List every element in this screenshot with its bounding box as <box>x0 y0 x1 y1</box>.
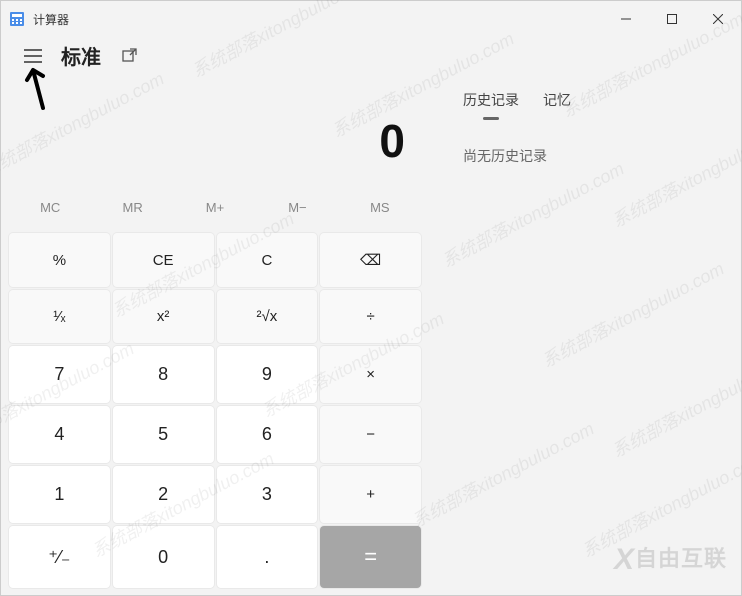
memory-subtract-button[interactable]: M− <box>256 192 338 223</box>
close-button[interactable] <box>695 1 741 37</box>
percent-key[interactable]: % <box>9 233 110 287</box>
multiply-key[interactable]: × <box>320 346 421 403</box>
hamburger-menu-button[interactable] <box>21 44 45 68</box>
history-pane: 历史记录 记忆 尚无历史记录 <box>429 82 741 596</box>
negate-key[interactable]: ⁺⁄₋ <box>9 526 110 588</box>
titlebar: 计算器 <box>1 1 741 37</box>
digit-3-key[interactable]: 3 <box>217 466 318 523</box>
digit-0-key[interactable]: 0 <box>113 526 214 588</box>
clear-entry-key[interactable]: CE <box>113 233 214 287</box>
memory-recall-button[interactable]: MR <box>91 192 173 223</box>
maximize-button[interactable] <box>649 1 695 37</box>
keypad: % CE C ⌫ ¹⁄ₓ x² ²√x ÷ 7 8 9 × 4 5 6 − 1 … <box>9 233 421 588</box>
history-empty-text: 尚无历史记录 <box>441 118 729 166</box>
memory-add-button[interactable]: M+ <box>174 192 256 223</box>
tab-memory[interactable]: 记忆 <box>543 86 571 114</box>
calculator-pane: 0 MC MR M+ M− MS % CE C ⌫ ¹⁄ₓ x² ²√x ÷ 7… <box>1 82 429 596</box>
square-key[interactable]: x² <box>113 290 214 343</box>
memory-store-button[interactable]: MS <box>339 192 421 223</box>
memory-toolbar: MC MR M+ M− MS <box>9 188 421 233</box>
app-title: 计算器 <box>33 11 69 28</box>
minus-key[interactable]: − <box>320 406 421 463</box>
result-display: 0 <box>9 82 421 188</box>
digit-7-key[interactable]: 7 <box>9 346 110 403</box>
minimize-button[interactable] <box>603 1 649 37</box>
digit-4-key[interactable]: 4 <box>9 406 110 463</box>
sqrt-key[interactable]: ²√x <box>217 290 318 343</box>
plus-key[interactable]: + <box>320 466 421 523</box>
backspace-key[interactable]: ⌫ <box>320 233 421 287</box>
mode-header: 标准 <box>1 37 741 82</box>
equals-key[interactable]: = <box>320 526 421 588</box>
keep-on-top-button[interactable] <box>117 44 141 68</box>
digit-6-key[interactable]: 6 <box>217 406 318 463</box>
digit-1-key[interactable]: 1 <box>9 466 110 523</box>
digit-9-key[interactable]: 9 <box>217 346 318 403</box>
digit-5-key[interactable]: 5 <box>113 406 214 463</box>
mode-title: 标准 <box>61 41 101 70</box>
tab-history[interactable]: 历史记录 <box>463 86 519 114</box>
calculator-app-icon <box>9 11 25 27</box>
clear-key[interactable]: C <box>217 233 318 287</box>
digit-2-key[interactable]: 2 <box>113 466 214 523</box>
divide-key[interactable]: ÷ <box>320 290 421 343</box>
memory-clear-button[interactable]: MC <box>9 192 91 223</box>
decimal-key[interactable]: . <box>217 526 318 588</box>
digit-8-key[interactable]: 8 <box>113 346 214 403</box>
reciprocal-key[interactable]: ¹⁄ₓ <box>9 290 110 343</box>
